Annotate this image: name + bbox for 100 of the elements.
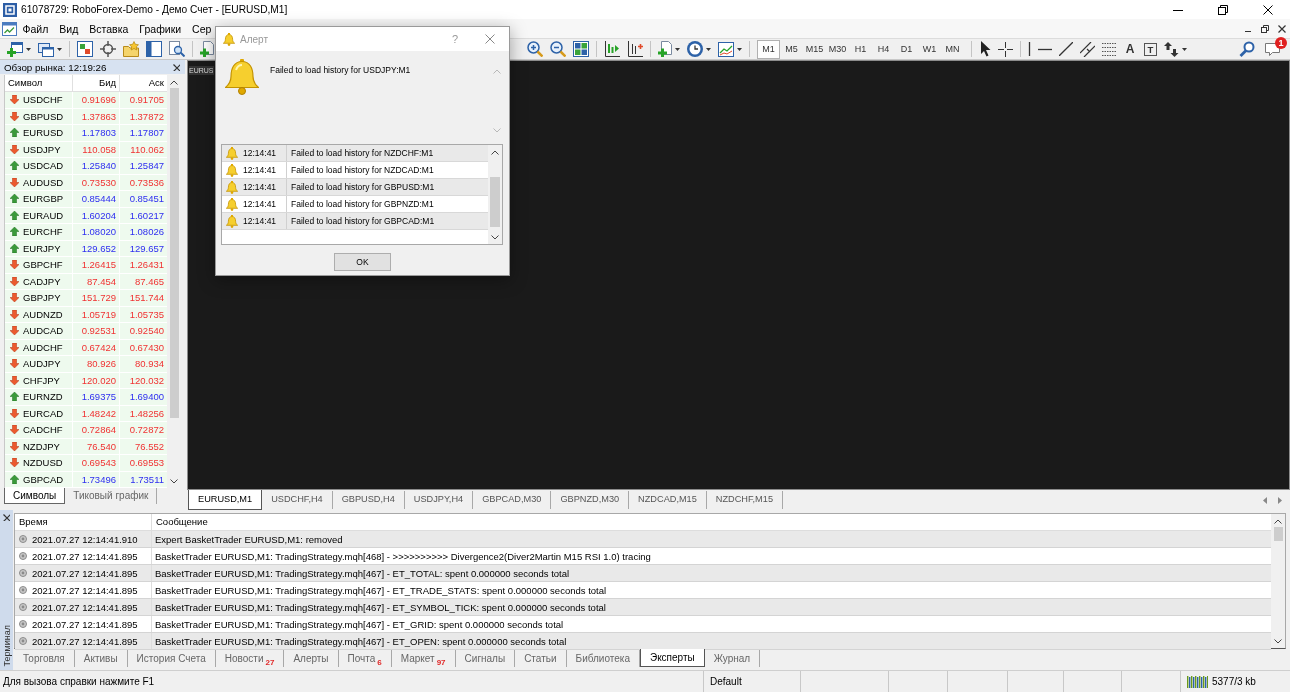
windows-icon[interactable] [38, 41, 54, 57]
crosshair-circle-icon[interactable] [100, 41, 116, 57]
chat-icon[interactable] [1265, 42, 1280, 56]
restore-icon[interactable] [1218, 4, 1228, 15]
log-message: BasketTrader EURUSD,M1: TradingStrategy.mqh[467] - ET_OPEN: spent 0.000000 seconds total [154, 635, 567, 647]
scroll-thumb[interactable] [169, 88, 179, 418]
chart-window-icon[interactable] [2, 21, 17, 36]
scroll-thumb[interactable] [1273, 527, 1283, 541]
document-search-icon[interactable] [169, 41, 185, 57]
menu-item[interactable]: Графики [133, 22, 187, 35]
scrollbar[interactable] [1271, 514, 1285, 648]
chart-tab[interactable]: NZDCHF,M15 [706, 491, 783, 509]
document-plus-icon[interactable] [200, 41, 214, 57]
terminal-tab[interactable]: Активы [74, 650, 128, 667]
terminal-tab[interactable]: Статьи [515, 650, 567, 667]
zoom-out-icon[interactable] [550, 41, 566, 57]
scrollbar[interactable] [488, 145, 502, 244]
caret-icon[interactable] [737, 47, 742, 51]
tile-grid-icon[interactable] [573, 41, 589, 57]
ok-button[interactable]: OK [334, 253, 391, 271]
terminal-tab[interactable]: Новости $_{27}$ [215, 650, 285, 667]
bid-price: 1.26415 [73, 257, 120, 273]
chart-tab[interactable]: GBPNZD,M30 [551, 491, 630, 509]
vertical-line-icon[interactable] [1028, 42, 1031, 56]
column-header[interactable]: Бид [73, 75, 120, 91]
shapes-icon[interactable] [1164, 41, 1179, 57]
log-time: 2021.07.27 12:14:41.895 [32, 601, 138, 613]
caret-icon[interactable] [1182, 47, 1187, 51]
crosshair-icon[interactable] [998, 41, 1013, 57]
chart-tab[interactable]: USDJPY,H4 [404, 491, 474, 509]
scroll-down-icon[interactable] [170, 479, 178, 484]
label-tool-button[interactable]: T [1144, 42, 1157, 56]
restore-icon[interactable] [1261, 24, 1269, 33]
zoom-in-icon[interactable] [527, 41, 543, 57]
text-tool-button[interactable]: A [1123, 42, 1137, 56]
clock-icon[interactable] [687, 41, 703, 57]
alert-time: 12:14:41 [243, 199, 277, 209]
caret-icon[interactable] [26, 47, 31, 51]
terminal-tab[interactable]: Алерты [284, 650, 339, 667]
caret-icon[interactable] [675, 47, 680, 51]
chart-tab[interactable]: GBPCAD,M30 [473, 491, 552, 509]
close-icon[interactable] [173, 63, 180, 71]
scroll-down-icon[interactable] [491, 235, 499, 240]
scroll-up-icon[interactable] [1274, 519, 1282, 524]
timeframe-button[interactable]: H1 [849, 39, 872, 59]
scroll-up-icon[interactable] [491, 150, 499, 155]
menu-item[interactable]: Вставка [83, 22, 134, 35]
horizontal-line-icon[interactable] [1038, 47, 1052, 51]
chart-axis-icon[interactable] [627, 41, 643, 57]
panel-tab[interactable]: Символы [4, 488, 66, 504]
close-icon[interactable] [3, 514, 10, 521]
window-plus-icon[interactable] [7, 41, 23, 57]
timeframe-button[interactable]: W1 [918, 39, 941, 59]
menu-item[interactable]: Вид [53, 22, 84, 35]
level-lines-icon[interactable] [1102, 42, 1116, 56]
terminal-tab[interactable]: Сигналы [455, 650, 516, 667]
column-header[interactable]: Аск [120, 75, 167, 91]
column-header[interactable]: Время [15, 514, 152, 530]
menu-item[interactable]: Сер [186, 22, 217, 35]
timeframe-button[interactable]: M1 [757, 39, 780, 59]
caret-icon[interactable] [57, 47, 62, 51]
close-icon[interactable] [1263, 4, 1273, 15]
trend-line-icon[interactable] [1059, 42, 1073, 56]
chart-window-icon[interactable] [77, 41, 93, 57]
terminal-tab[interactable]: Торговля [14, 650, 75, 667]
close-icon[interactable] [1278, 24, 1286, 33]
column-header[interactable]: Символ [5, 75, 73, 91]
parallel-lines-icon[interactable] [1080, 41, 1095, 57]
terminal-tab[interactable]: История Счета [127, 650, 216, 667]
terminal-tab[interactable]: Эксперты [639, 649, 705, 667]
terminal-tab[interactable]: Почта $_{6}$ [338, 650, 392, 667]
cursor-icon[interactable] [979, 41, 991, 57]
menu-item[interactable]: Файл [17, 22, 54, 35]
scroll-thumb[interactable] [490, 177, 500, 227]
column-header[interactable]: Сообщение [152, 514, 208, 530]
line-chart-icon[interactable] [718, 41, 734, 57]
timeframe-button[interactable]: MN [941, 39, 964, 59]
chart-tab[interactable]: GBPUSD,H4 [332, 491, 405, 509]
panel-tab[interactable]: Тиковый график [65, 488, 158, 504]
chart-tab[interactable]: USDCHF,H4 [262, 491, 333, 509]
chart-tab[interactable]: EURUSD,M1 [188, 490, 263, 510]
chart-tab[interactable]: NZDCAD,M15 [629, 491, 707, 509]
scroll-up-icon[interactable] [170, 80, 178, 85]
timeframe-button[interactable]: M15 [803, 39, 826, 59]
timeframe-button[interactable]: H4 [872, 39, 895, 59]
scroll-down-icon[interactable] [1274, 639, 1282, 644]
scroll-left-icon[interactable] [1263, 496, 1267, 504]
timeframe-button[interactable]: M5 [780, 39, 803, 59]
chart-shift-icon[interactable] [604, 41, 620, 57]
scroll-right-icon[interactable] [1278, 496, 1282, 504]
terminal-tab[interactable]: Маркет $_{97}$ [391, 650, 456, 667]
caret-icon[interactable] [706, 47, 711, 51]
timeframe-button[interactable]: D1 [895, 39, 918, 59]
terminal-tab[interactable]: Журнал [704, 650, 761, 667]
panel-window-icon[interactable] [146, 41, 162, 57]
timeframe-button[interactable]: M30 [826, 39, 849, 59]
terminal-tab[interactable]: Библиотека [566, 650, 640, 667]
search-icon[interactable] [1239, 41, 1255, 57]
scroll-down-icon [493, 128, 501, 133]
folder-star-icon[interactable] [123, 41, 139, 57]
